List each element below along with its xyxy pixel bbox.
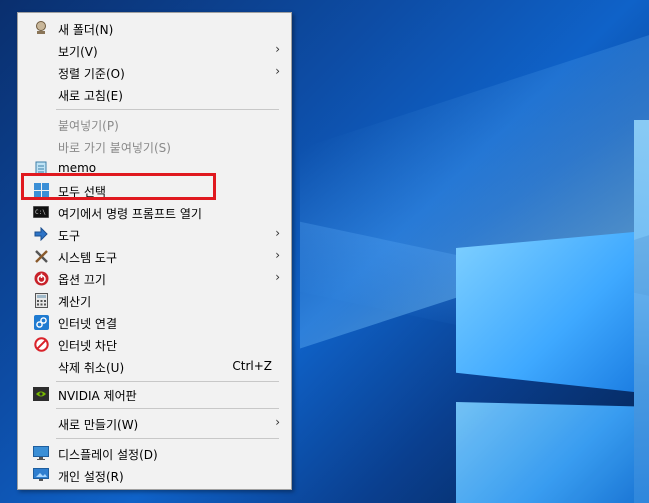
nvidia-icon (33, 386, 49, 402)
menu-item-refresh[interactable]: 새로 고침(E) (18, 83, 291, 105)
submenu-arrow-icon: › (275, 42, 280, 56)
menu-item-display-settings[interactable]: 디스플레이 설정(D) (18, 442, 291, 464)
tools-arrow-icon (33, 226, 49, 242)
internet-block-icon (33, 336, 49, 352)
menu-item-calculator[interactable]: 계산기 (18, 289, 291, 311)
menu-item-open-command-prompt[interactable]: C:\ 여기에서 명령 프롬프트 열기 (18, 201, 291, 223)
menu-item-label: 새 폴더(N) (58, 23, 114, 37)
menu-item-sort-by[interactable]: 정렬 기준(O) › (18, 61, 291, 83)
windows-logo-edge (634, 120, 649, 503)
menu-item-label: 계산기 (58, 295, 92, 309)
system-tools-icon (33, 248, 49, 264)
menu-item-personalize[interactable]: 개인 설정(R) (18, 464, 291, 486)
desktop-context-menu: 새 폴더(N) 보기(V) › 정렬 기준(O) › 새로 고침(E) 붙여넣기… (17, 12, 292, 490)
menu-item-new-folder[interactable]: 새 폴더(N) (18, 17, 291, 39)
menu-item-shortcut: Ctrl+Z (232, 359, 272, 373)
select-all-icon (33, 182, 49, 198)
menu-item-label: 도구 (58, 229, 81, 243)
menu-item-select-all[interactable]: 모두 선택 (18, 179, 291, 201)
notepad-icon (33, 160, 49, 176)
menu-item-label: 삭제 취소(U) (58, 361, 125, 375)
submenu-arrow-icon: › (275, 64, 280, 78)
power-off-icon (33, 270, 49, 286)
menu-item-label: 모두 선택 (58, 185, 106, 199)
calculator-icon (33, 292, 49, 308)
menu-item-view[interactable]: 보기(V) › (18, 39, 291, 61)
new-folder-icon (33, 20, 49, 36)
submenu-arrow-icon: › (275, 270, 280, 284)
menu-item-label: 인터넷 연결 (58, 317, 118, 331)
menu-item-label: 새로 만들기(W) (58, 418, 139, 432)
menu-item-paste-shortcut[interactable]: 바로 가기 붙여넣기(S) (18, 135, 291, 157)
menu-item-label: 옵션 끄기 (58, 273, 106, 287)
submenu-arrow-icon: › (275, 415, 280, 429)
menu-item-label: 여기에서 명령 프롬프트 열기 (58, 207, 202, 221)
menu-item-internet-block[interactable]: 인터넷 차단 (18, 333, 291, 355)
menu-item-new[interactable]: 새로 만들기(W) › (18, 412, 291, 434)
command-prompt-icon: C:\ (33, 204, 49, 220)
menu-item-label: 바로 가기 붙여넣기(S) (58, 141, 171, 155)
windows-logo-pane-top (456, 232, 634, 392)
menu-item-label: 정렬 기준(O) (58, 67, 125, 81)
menu-item-label: 시스템 도구 (58, 251, 118, 265)
menu-item-label: 개인 설정(R) (58, 470, 124, 484)
menu-separator (56, 438, 279, 439)
submenu-arrow-icon: › (275, 248, 280, 262)
display-settings-icon (33, 445, 49, 461)
menu-separator (56, 381, 279, 382)
menu-separator (56, 408, 279, 409)
personalize-icon (33, 467, 49, 483)
menu-item-label: 인터넷 차단 (58, 339, 118, 353)
menu-item-internet-connect[interactable]: 인터넷 연결 (18, 311, 291, 333)
menu-item-memo[interactable]: memo (18, 157, 291, 179)
svg-text:C:\: C:\ (35, 209, 46, 216)
menu-item-label: 붙여넣기(P) (58, 119, 119, 133)
menu-item-label: memo (58, 161, 97, 175)
menu-separator (56, 109, 279, 110)
menu-item-nvidia-control-panel[interactable]: NVIDIA 제어판 (18, 383, 291, 405)
windows-logo-pane-bottom (456, 402, 634, 503)
submenu-arrow-icon: › (275, 226, 280, 240)
internet-connect-icon (33, 314, 49, 330)
menu-item-label: NVIDIA 제어판 (58, 389, 137, 403)
menu-item-label: 새로 고침(E) (58, 89, 123, 103)
menu-item-paste[interactable]: 붙여넣기(P) (18, 113, 291, 135)
menu-item-system-tools[interactable]: 시스템 도구 › (18, 245, 291, 267)
menu-item-label: 보기(V) (58, 45, 98, 59)
menu-item-tools[interactable]: 도구 › (18, 223, 291, 245)
menu-item-options-off[interactable]: 옵션 끄기 › (18, 267, 291, 289)
menu-item-label: 디스플레이 설정(D) (58, 448, 158, 462)
menu-item-undo-delete[interactable]: 삭제 취소(U) Ctrl+Z (18, 355, 291, 377)
